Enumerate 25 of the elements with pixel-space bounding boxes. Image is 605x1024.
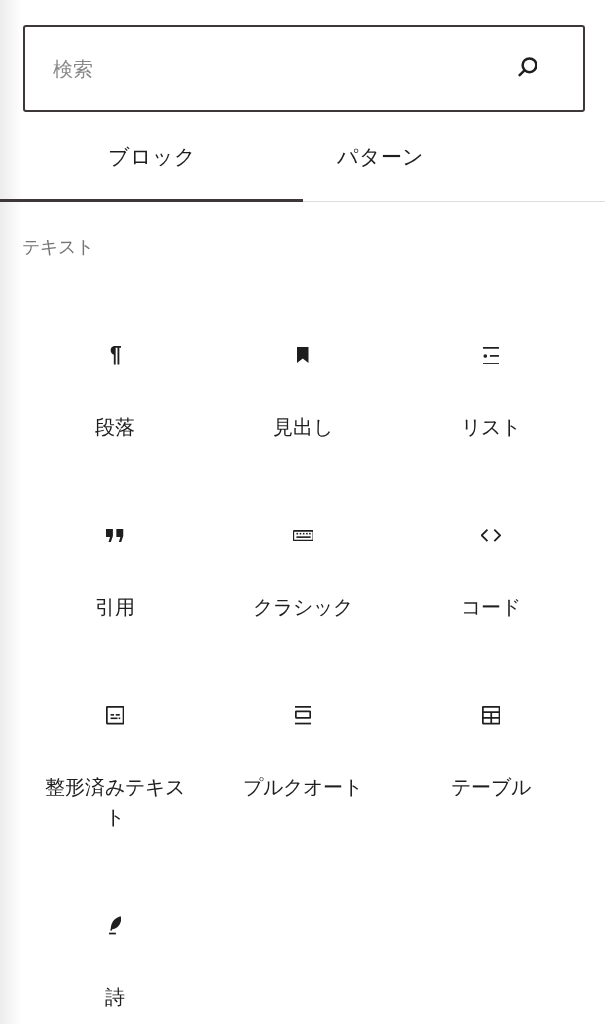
block-item[interactable]: クラシック [209, 521, 397, 622]
block-item[interactable]: 引用 [21, 521, 209, 622]
block-item[interactable]: テーブル [397, 701, 585, 832]
keyboard-icon [292, 529, 314, 542]
feather-icon [108, 916, 122, 935]
table-icon [481, 706, 501, 725]
pilcrow-icon [108, 346, 122, 365]
block-item[interactable]: 整形済みテキスト [21, 701, 209, 832]
tab[interactable]: パターン [303, 114, 457, 202]
block-item[interactable]: 見出し [209, 341, 397, 442]
search-field[interactable]: 検索 [23, 25, 585, 112]
code-icon [481, 529, 501, 542]
block-item[interactable]: 段落 [21, 341, 209, 442]
tab[interactable]: ブロック [0, 114, 303, 202]
search-icon[interactable] [518, 57, 537, 77]
block-item[interactable]: 詩 [21, 911, 209, 1012]
list-icon [482, 346, 500, 365]
pullquote-icon [294, 706, 312, 725]
block-item[interactable]: プルクオート [209, 701, 397, 832]
block-item[interactable]: リスト [397, 341, 585, 442]
block-item[interactable]: コード [397, 521, 585, 622]
quote-icon [106, 528, 124, 543]
category-heading: テキスト [22, 234, 95, 259]
preformatted-icon [105, 706, 125, 725]
bookmark-icon [297, 347, 309, 364]
